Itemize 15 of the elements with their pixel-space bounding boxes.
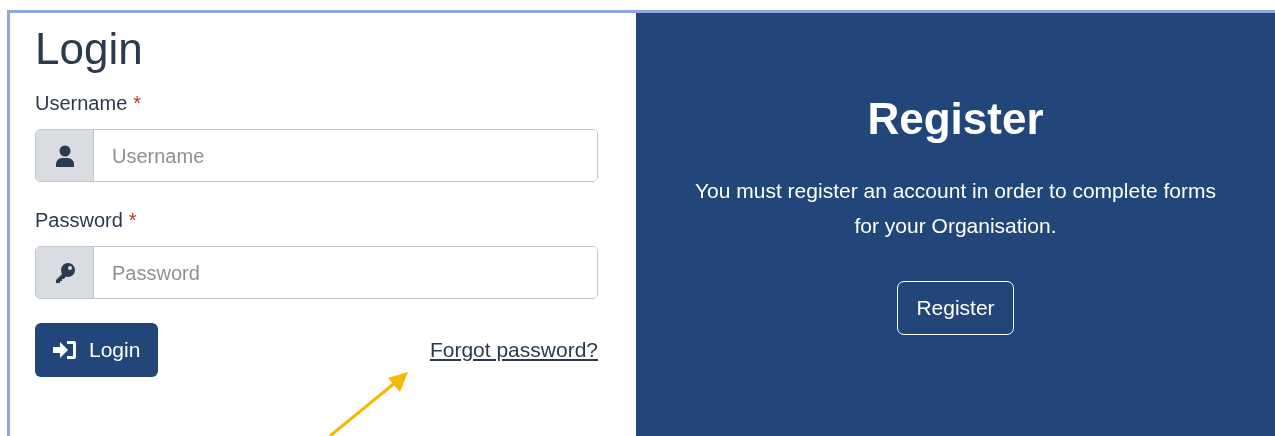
field-label: Password: [35, 208, 123, 232]
sign-in-icon: [53, 340, 77, 360]
register-button[interactable]: Register: [897, 281, 1014, 335]
required-mark: *: [128, 208, 137, 232]
key-icon: [53, 261, 76, 284]
register-heading: Register: [867, 93, 1044, 145]
login-button[interactable]: Login: [35, 323, 159, 377]
login-heading: Login: [35, 23, 144, 75]
user-icon: [54, 144, 75, 167]
input-field[interactable]: Password: [35, 246, 598, 299]
required-mark: *: [133, 91, 142, 115]
field-label: Username: [35, 91, 128, 115]
forgot-password-link[interactable]: Forgot password?: [429, 334, 598, 366]
input-field[interactable]: Username: [35, 129, 598, 182]
register-description: You must register an account in order to complete forms for your Organisation.: [694, 178, 1217, 239]
